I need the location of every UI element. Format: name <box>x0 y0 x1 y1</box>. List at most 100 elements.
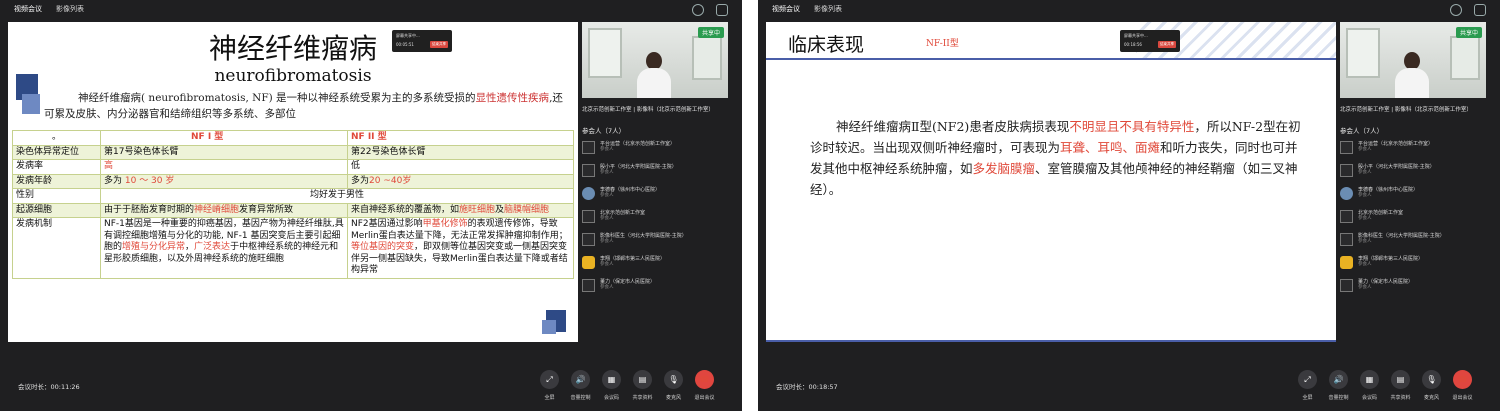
participant-item[interactable]: 殷小平（河北大学附属医院-主院） 参会人 <box>1340 164 1486 187</box>
share-status-text: 屏幕共享中... <box>1124 33 1148 38</box>
participant-item[interactable]: 影像科医生（河北大学附属医院-主院） 参会人 <box>582 233 728 256</box>
settings-icon[interactable] <box>1474 4 1486 16</box>
sharing-badge: 共享中 <box>1455 27 1482 38</box>
participant-item[interactable]: 影像科医生（河北大学附属医院-主院） 参会人 <box>1340 233 1486 256</box>
participant-role: 参会人 <box>1358 239 1372 244</box>
share-duration: 00:18:56 <box>1124 42 1142 47</box>
record-icon[interactable] <box>1450 4 1462 16</box>
participant-item[interactable]: 李德春（徐州市中心医院） 参会人 <box>582 187 728 210</box>
leave-meeting-button[interactable]: ☎ 退出会议 <box>1451 370 1474 401</box>
settings-icon[interactable] <box>716 4 728 16</box>
nf-comparison-table: 。 NF I 型 NF II 型 染色体异常定位 第17号染色体长臂 第22号染… <box>12 130 574 279</box>
participant-role: 参会人 <box>1358 193 1372 198</box>
share-status-popup: 屏幕共享中... 00:05:51 结束共享 <box>392 30 452 52</box>
video-caption: 北京示范创新工作室 | 影像科（北京示范创新工作室） <box>1340 107 1472 113</box>
volume-button[interactable]: 🔊 音量控制 <box>1327 370 1350 401</box>
leave-meeting-button[interactable]: ☎ 退出会议 <box>693 370 716 401</box>
nf2-cell: 低 <box>347 159 574 175</box>
participant-role: 参会人 <box>600 285 614 290</box>
microphone-icon: 🎙 <box>1422 370 1441 389</box>
row-label: 发病机制 <box>12 217 101 279</box>
meeting-controls: ⤢ 全屏 🔊 音量控制 ▦ 会议码 ▤ 共享资料 🎙 麦克风 ☎ 退出会议 <box>1296 370 1474 401</box>
fullscreen-button[interactable]: ⤢ 全屏 <box>1296 370 1319 401</box>
slide-body: 神经纤维瘤病Ⅱ型(NF2)患者皮肤病损表现不明显且不具有特异性，所以NF-2型在… <box>810 119 1301 197</box>
microphone-button[interactable]: 🎙 麦克风 <box>1420 370 1443 401</box>
stop-share-button[interactable]: 结束共享 <box>1158 41 1176 48</box>
meeting-code-button[interactable]: ▦ 会议码 <box>1358 370 1381 401</box>
participant-video[interactable]: 共享中 <box>1340 22 1486 98</box>
row-label: 发病年龄 <box>12 173 101 189</box>
table-row: 发病机制 NF-1基因是一种重要的抑癌基因，基因产物为神经纤维肽,具有调控细胞增… <box>12 217 574 279</box>
microphone-icon: 🎙 <box>664 370 683 389</box>
right-sidebar: 共享中 北京示范创新工作室 | 影像科（北京示范创新工作室） 参会人（7人） 平… <box>1340 22 1486 362</box>
avatar-icon <box>582 279 595 292</box>
record-icon[interactable] <box>692 4 704 16</box>
participant-item[interactable]: 李翔（邯郸市第三人民医院） 参会人 <box>582 256 728 279</box>
meeting-timer: 会议时长：00:18:57 <box>776 383 838 391</box>
table-header-cell: 。 <box>12 130 101 146</box>
microphone-button[interactable]: 🎙 麦克风 <box>662 370 685 401</box>
avatar-icon <box>1340 233 1353 246</box>
avatar-icon <box>1340 279 1353 292</box>
top-tabs: 视频会议 影像列表 <box>758 0 842 18</box>
meeting-code-button[interactable]: ▦ 会议码 <box>600 370 623 401</box>
participant-list: 平台运营（北京示范创新工作室） 参会人 殷小平（河北大学附属医院-主院） 参会人 李… <box>1340 141 1486 302</box>
top-tabs: 视频会议 影像列表 <box>0 0 84 18</box>
qr-code-icon: ▦ <box>602 370 621 389</box>
slide-divider <box>766 340 1336 342</box>
table-header-cell: NF II 型 <box>347 130 574 146</box>
tab-video-meeting[interactable]: 视频会议 <box>772 4 800 14</box>
avatar-icon <box>1340 210 1353 223</box>
expand-icon: ⤢ <box>540 370 559 389</box>
stop-share-button[interactable]: 结束共享 <box>430 41 448 48</box>
participant-item[interactable]: 北京示范创新工作室 参会人 <box>582 210 728 233</box>
speaker-icon: 🔊 <box>571 370 590 389</box>
shared-slide: 神经纤维瘤病 neurofibromatosis 神经纤维瘤病( neurofi… <box>8 22 578 342</box>
volume-button[interactable]: 🔊 音量控制 <box>569 370 592 401</box>
nf2-cell: 第22号染色体长臂 <box>347 144 574 160</box>
avatar-icon <box>582 233 595 246</box>
participant-item[interactable]: 北京示范创新工作室 参会人 <box>1340 210 1486 233</box>
video-background <box>692 36 722 80</box>
share-material-button[interactable]: ▤ 共享资料 <box>1389 370 1412 401</box>
meeting-controls: ⤢ 全屏 🔊 音量控制 ▦ 会议码 ▤ 共享资料 🎙 麦克风 ☎ 退出会议 <box>538 370 716 401</box>
participant-role: 参会人 <box>1358 285 1372 290</box>
qr-code-icon: ▦ <box>1360 370 1379 389</box>
table-row: 染色体异常定位 第17号染色体长臂 第22号染色体长臂 <box>12 144 574 160</box>
document-icon: ▤ <box>1391 370 1410 389</box>
participant-item[interactable]: 董力（保定市人民医院） 参会人 <box>582 279 728 302</box>
share-material-button[interactable]: ▤ 共享资料 <box>631 370 654 401</box>
participant-item[interactable]: 殷小平（河北大学附属医院-主院） 参会人 <box>582 164 728 187</box>
slide-title: 神经纤维瘤病 <box>208 32 377 65</box>
avatar-icon <box>1340 256 1353 269</box>
participant-item[interactable]: 平台运营（北京示范创新工作室） 参会人 <box>1340 141 1486 164</box>
tab-image-list[interactable]: 影像列表 <box>814 4 842 14</box>
tab-video-meeting[interactable]: 视频会议 <box>14 4 42 14</box>
fullscreen-button[interactable]: ⤢ 全屏 <box>538 370 561 401</box>
participant-video[interactable]: 共享中 <box>582 22 728 98</box>
participants-header: 参会人（7人） <box>582 127 626 135</box>
nf1-cell: 由于于胚胎发育时期的神经嵴细胞发育异常所致 <box>100 202 348 218</box>
row-label: 染色体异常定位 <box>12 144 101 160</box>
avatar-icon <box>582 210 595 223</box>
table-row: 起源细胞 由于于胚胎发育时期的神经嵴细胞发育异常所致 来自神经系统的覆盖物，如施… <box>12 202 574 218</box>
participant-item[interactable]: 平台运营（北京示范创新工作室） 参会人 <box>582 141 728 164</box>
video-background <box>1346 28 1380 78</box>
right-sidebar: 共享中 北京示范创新工作室 | 影像科（北京示范创新工作室） 参会人（7人） 平… <box>582 22 728 362</box>
avatar-icon <box>1340 187 1353 200</box>
table-header-cell: NF I 型 <box>100 130 348 146</box>
participant-item[interactable]: 李德春（徐州市中心医院） 参会人 <box>1340 187 1486 210</box>
participant-item[interactable]: 李翔（邯郸市第三人民医院） 参会人 <box>1340 256 1486 279</box>
table-row: 发病率 高 低 <box>12 159 574 175</box>
participant-role: 参会人 <box>600 262 614 267</box>
participant-item[interactable]: 董力（保定市人民医院） 参会人 <box>1340 279 1486 302</box>
tab-image-list[interactable]: 影像列表 <box>56 4 84 14</box>
video-background <box>1450 36 1480 80</box>
bottom-bar: 会议时长：00:18:57 ⤢ 全屏 🔊 音量控制 ▦ 会议码 ▤ 共享资料 🎙 麦克风 … <box>758 364 1500 411</box>
avatar-icon <box>1340 164 1353 177</box>
avatar-icon <box>582 164 595 177</box>
slide-decoration <box>542 320 556 334</box>
participant-role: 参会人 <box>1358 216 1372 221</box>
slide-divider <box>766 58 1336 60</box>
participant-role: 参会人 <box>600 239 614 244</box>
